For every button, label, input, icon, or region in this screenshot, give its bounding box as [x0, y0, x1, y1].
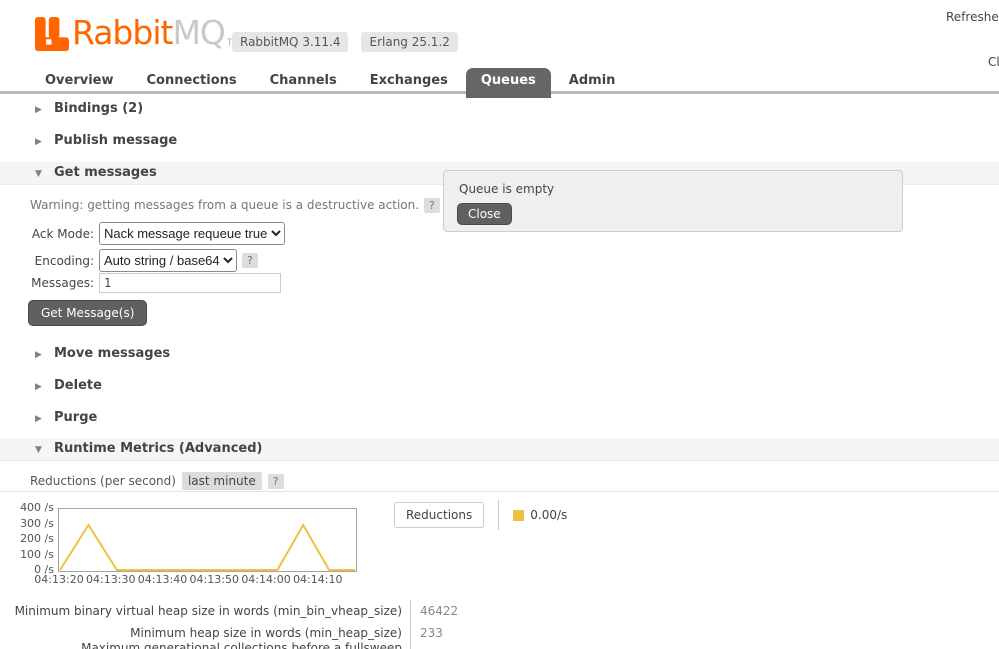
encoding-select[interactable]: Auto string / base64	[99, 249, 237, 272]
chart-y-axis: 400 /s 300 /s 200 /s 100 /s 0 /s	[8, 501, 54, 576]
chart-title: Reductions (per second)	[30, 474, 176, 488]
rabbitmq-logo[interactable]: RabbitMQ TM	[35, 14, 240, 52]
legend-divider	[498, 500, 500, 530]
table-row: Maximum generational collections before …	[0, 641, 999, 649]
legend-reductions-button[interactable]: Reductions	[394, 502, 485, 528]
tab-connections[interactable]: Connections	[132, 68, 252, 98]
chevron-right-icon: ▶	[35, 350, 42, 360]
encoding-label: Encoding:	[34, 253, 94, 268]
queue-empty-popup: Queue is empty Close	[443, 170, 903, 232]
metric-label: Maximum generational collections before …	[81, 641, 402, 649]
chevron-down-icon: ▼	[35, 169, 42, 179]
metric-value	[410, 644, 420, 649]
popup-close-button[interactable]: Close	[457, 203, 512, 225]
chevron-down-icon: ▼	[35, 445, 42, 455]
tab-overview[interactable]: Overview	[30, 68, 129, 98]
metric-value: 233	[410, 622, 443, 644]
section-publish-label: Publish message	[54, 133, 178, 148]
logo-text-mq: MQ	[172, 13, 225, 52]
help-icon[interactable]: ?	[242, 253, 258, 268]
legend-rate-value: 0.00/s	[530, 508, 568, 522]
metric-label: Minimum binary virtual heap size in word…	[14, 604, 402, 618]
x-tick-label: 04:13:40	[137, 573, 188, 586]
encoding-row: Encoding: Auto string / base64 ?	[30, 249, 258, 272]
y-tick-label: 400 /s	[20, 501, 54, 514]
ack-mode-select[interactable]: Nack message requeue true	[99, 222, 285, 245]
chevron-right-icon: ▶	[35, 382, 42, 392]
runtime-metrics-table: Minimum binary virtual heap size in word…	[0, 600, 999, 649]
section-publish-message[interactable]: ▶ Publish message	[35, 133, 177, 148]
table-row: Minimum binary virtual heap size in word…	[0, 600, 999, 622]
x-tick-label: 04:13:20	[34, 573, 84, 586]
messages-count-input[interactable]	[99, 273, 281, 293]
erlang-version-badge: Erlang 25.1.2	[361, 32, 458, 52]
section-bindings[interactable]: ▶ Bindings (2)	[35, 101, 143, 116]
cluster-text: Cl	[988, 55, 999, 69]
chevron-right-icon: ▶	[35, 414, 42, 424]
chart-section-divider	[0, 491, 999, 492]
rabbitmq-logo-icon	[35, 17, 69, 51]
section-delete[interactable]: ▶ Delete	[35, 378, 102, 393]
x-tick-label: 04:13:50	[189, 573, 239, 586]
section-move-label: Move messages	[54, 346, 171, 361]
tab-exchanges[interactable]: Exchanges	[355, 68, 463, 98]
x-tick-label: 04:13:30	[86, 573, 136, 586]
metric-label: Minimum heap size in words (min_heap_siz…	[130, 626, 402, 640]
y-tick-label: 300 /s	[20, 516, 54, 530]
section-move-messages[interactable]: ▶ Move messages	[35, 346, 170, 361]
warning-text: Warning: getting messages from a queue i…	[30, 198, 420, 212]
section-purge-label: Purge	[54, 410, 98, 425]
series-color-swatch	[513, 509, 525, 521]
tab-admin[interactable]: Admin	[554, 68, 631, 98]
reductions-chart	[58, 508, 357, 572]
logo-text-rabbit: Rabbit	[72, 13, 173, 52]
x-tick-label: 04:14:10	[293, 573, 343, 586]
y-tick-label: 100 /s	[20, 547, 54, 561]
section-delete-label: Delete	[54, 378, 102, 393]
section-get-messages-label: Get messages	[54, 165, 157, 180]
section-runtime-metrics-header[interactable]: ▼ Runtime Metrics (Advanced)	[35, 441, 262, 456]
help-icon[interactable]: ?	[424, 198, 440, 213]
rabbitmq-version-badge: RabbitMQ 3.11.4	[232, 32, 349, 52]
messages-label: Messages:	[31, 276, 94, 290]
refreshed-status-text: Refreshe	[946, 10, 999, 24]
y-tick-label: 200 /s	[20, 532, 54, 545]
chart-x-axis: 04:13:20 04:13:30 04:13:40 04:13:50 04:14:00…	[34, 573, 355, 587]
reductions-chart-line	[59, 522, 355, 571]
version-badges: RabbitMQ 3.11.4 Erlang 25.1.2	[232, 32, 458, 52]
section-get-messages-header[interactable]: ▼ Get messages	[35, 165, 157, 180]
section-purge[interactable]: ▶ Purge	[35, 410, 97, 425]
help-icon[interactable]: ?	[267, 473, 284, 489]
tab-channels[interactable]: Channels	[255, 68, 352, 98]
get-messages-button[interactable]: Get Message(s)	[28, 300, 148, 326]
chart-legend: Reductions 0.00/s	[394, 500, 567, 530]
chevron-right-icon: ▶	[35, 105, 42, 115]
metric-value: 46422	[410, 600, 458, 622]
section-runtime-metrics[interactable]: ▼ Runtime Metrics (Advanced)	[0, 438, 999, 461]
section-bindings-label: Bindings (2)	[54, 101, 144, 116]
legend-rate: 0.00/s	[513, 508, 567, 522]
get-messages-warning: Warning: getting messages from a queue i…	[30, 198, 440, 213]
section-runtime-label: Runtime Metrics (Advanced)	[54, 441, 263, 456]
main-navigation-tabs: Overview Connections Channels Exchanges …	[30, 68, 633, 98]
tab-queues[interactable]: Queues	[465, 68, 551, 98]
ack-mode-label: Ack Mode:	[31, 226, 94, 241]
messages-row: Messages:	[30, 273, 281, 293]
ack-mode-row: Ack Mode: Nack message requeue true	[30, 222, 285, 245]
chart-title-row: Reductions (per second) last minute ?	[30, 472, 284, 490]
chart-range-badge[interactable]: last minute	[181, 472, 262, 490]
chevron-right-icon: ▶	[35, 137, 42, 147]
popup-message: Queue is empty	[459, 182, 555, 196]
x-tick-label: 04:14:00	[241, 573, 291, 586]
